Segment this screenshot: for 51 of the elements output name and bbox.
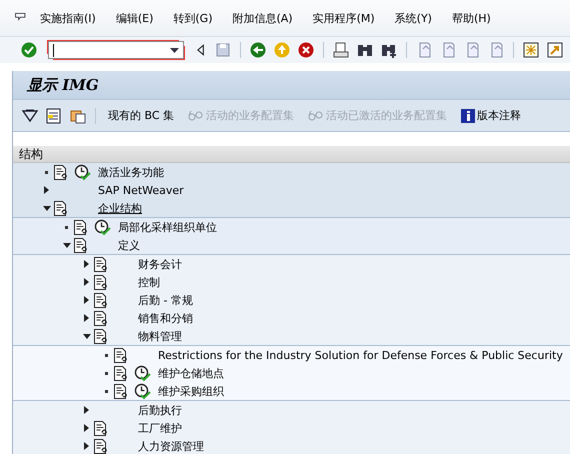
save-icon[interactable]: [214, 41, 232, 59]
tree-node[interactable]: 销售和分销: [138, 310, 193, 326]
expand-all-icon[interactable]: [21, 106, 39, 124]
toolbar-button[interactable]: 现有的 BC 集: [104, 108, 178, 123]
expanded-arrow-icon[interactable]: [82, 334, 90, 338]
back-icon[interactable]: [249, 41, 267, 59]
collapsed-arrow-icon[interactable]: [84, 314, 89, 322]
tree-node[interactable]: 激活业务功能: [98, 164, 164, 180]
screen-title: 显示 IMG: [27, 76, 99, 94]
tree-node[interactable]: 维护仓储地点: [158, 366, 224, 380]
new-session-icon[interactable]: [522, 41, 540, 59]
collapsed-arrow-icon[interactable]: [84, 296, 89, 304]
collapsed-arrow-icon[interactable]: [84, 278, 89, 286]
column-header: 结构: [19, 146, 43, 162]
tree-node[interactable]: 局部化采样组织单位: [118, 220, 217, 234]
toolbar-button[interactable]: 版本注释: [457, 108, 526, 123]
collapsed-arrow-icon[interactable]: [84, 424, 89, 432]
collapsed-arrow-icon[interactable]: [84, 260, 89, 268]
tree-node[interactable]: 定义: [118, 238, 140, 252]
glasses-icon: [308, 110, 324, 122]
expanded-arrow-icon[interactable]: [62, 242, 70, 248]
menu-item[interactable]: 实用程序(M): [302, 10, 385, 26]
menu-item[interactable]: 转到(G): [163, 10, 222, 26]
tree-node[interactable]: 工厂维护: [138, 420, 182, 436]
tree-node[interactable]: SAP NetWeaver: [98, 184, 184, 196]
command-field[interactable]: [48, 41, 184, 59]
tree-node[interactable]: 企业结构: [98, 200, 142, 216]
tree-node[interactable]: 物料管理: [138, 328, 182, 344]
menu-item[interactable]: 帮助(H): [442, 10, 501, 26]
select-subtree-icon[interactable]: [45, 106, 63, 124]
dropdown-caret-icon[interactable]: [170, 48, 179, 52]
menu-item[interactable]: 附加信息(A): [222, 10, 303, 26]
enter-icon[interactable]: [20, 41, 38, 59]
collapsed-arrow-icon[interactable]: [84, 406, 89, 414]
tree-node[interactable]: 人力资源管理: [138, 438, 204, 454]
collapsed-arrow-icon[interactable]: [44, 186, 49, 194]
menu-item[interactable]: 实施指南(I): [30, 10, 106, 26]
tree-node[interactable]: 控制: [138, 274, 160, 290]
print-icon[interactable]: [332, 41, 350, 59]
expanded-arrow-icon[interactable]: [42, 206, 50, 210]
collapsed-arrow-icon[interactable]: [84, 442, 89, 450]
menu-item[interactable]: 系统(Y): [384, 10, 442, 26]
info-icon: [461, 108, 476, 122]
cancel-icon[interactable]: [297, 41, 315, 59]
menu-item[interactable]: 编辑(E): [106, 10, 164, 26]
tree-node[interactable]: 后勤执行: [138, 402, 182, 418]
shortcut-icon[interactable]: [546, 41, 564, 59]
tree-node[interactable]: 财务会计: [138, 256, 182, 272]
tree-node[interactable]: 后勤 - 常规: [138, 292, 193, 308]
tree-node[interactable]: 维护采购组织: [158, 384, 224, 398]
glasses-icon: [188, 110, 204, 122]
